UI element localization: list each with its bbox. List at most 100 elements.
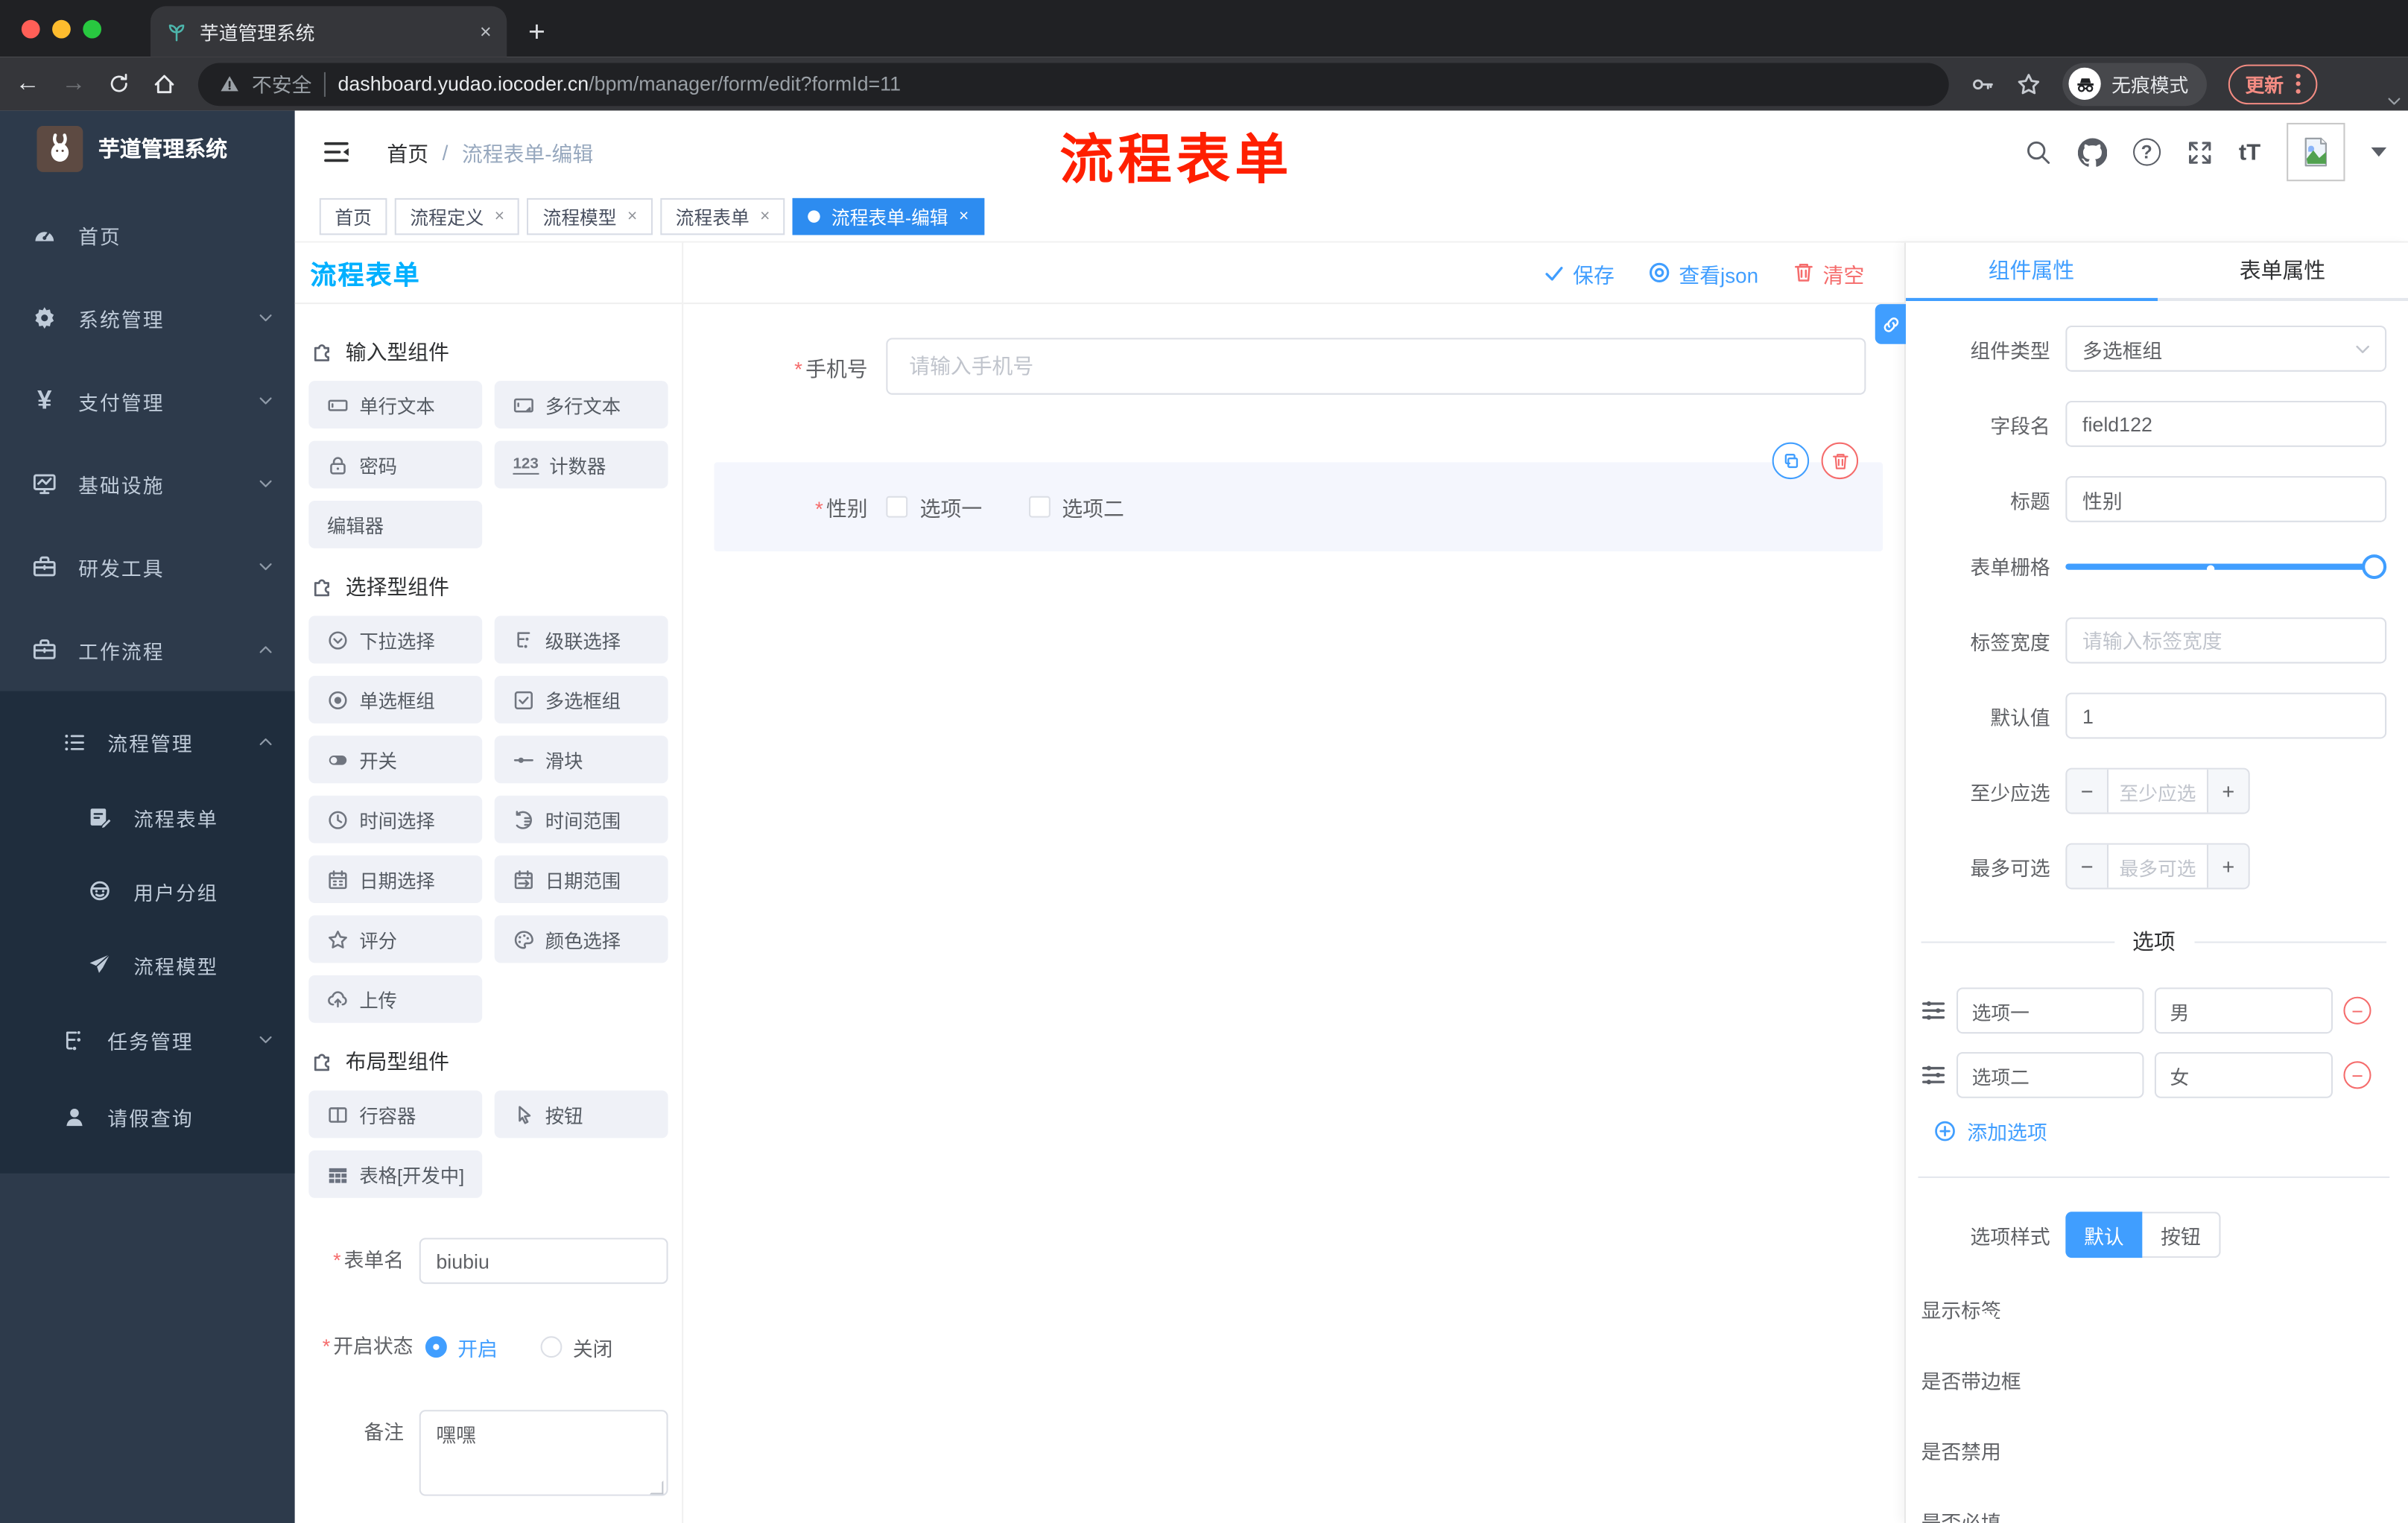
bookmark-star-icon[interactable]	[2016, 72, 2041, 96]
delete-component-button[interactable]	[1821, 442, 1859, 480]
style-button-button[interactable]: 按钮	[2142, 1212, 2221, 1258]
palette-item-time-range[interactable]: 时间范围	[494, 795, 668, 843]
drag-handle-icon[interactable]	[1921, 998, 1946, 1023]
maximize-window-button[interactable]	[83, 19, 102, 38]
save-button[interactable]: 保存	[1544, 257, 1615, 288]
style-default-button[interactable]: 默认	[2065, 1212, 2143, 1258]
label-width-input[interactable]	[2065, 617, 2387, 664]
palette-item-select[interactable]: 下拉选择	[308, 615, 483, 664]
remove-option-button[interactable]: −	[2343, 996, 2371, 1025]
clear-button[interactable]: 清空	[1792, 257, 1864, 288]
remove-option-button[interactable]: −	[2343, 1061, 2371, 1089]
close-window-button[interactable]	[21, 19, 40, 38]
status-radio-off[interactable]: 关闭	[540, 1332, 612, 1361]
title-input[interactable]	[2065, 475, 2387, 522]
palette-item-time-picker[interactable]: 时间选择	[308, 795, 483, 843]
palette-item-color-picker[interactable]: 颜色选择	[494, 915, 668, 963]
tab-form-props[interactable]: 表单属性	[2156, 243, 2408, 301]
search-icon[interactable]	[2024, 139, 2051, 166]
palette-item-table[interactable]: 表格[开发中]	[308, 1150, 483, 1198]
remark-textarea[interactable]: 嘿嘿	[419, 1410, 668, 1496]
help-icon[interactable]: ?	[2132, 138, 2161, 166]
canvas-field-phone[interactable]: * 手机号	[714, 338, 1883, 395]
palette-item-editor[interactable]: 编辑器	[308, 500, 483, 548]
add-option-button[interactable]: 添加选项	[1933, 1117, 2386, 1146]
avatar[interactable]	[2287, 122, 2345, 182]
option-label-input[interactable]	[1956, 987, 2144, 1034]
palette-item-slider[interactable]: 滑块	[494, 735, 668, 784]
reload-button[interactable]	[107, 72, 130, 95]
sidebar-logo[interactable]: 芋道管理系统	[0, 110, 295, 187]
form-name-input[interactable]	[419, 1238, 668, 1285]
checkbox-box[interactable]	[886, 495, 908, 518]
option-value-input[interactable]	[2154, 1051, 2333, 1098]
palette-item-radio-group[interactable]: 单选框组	[308, 675, 483, 723]
sidebar-item-process-model[interactable]: 流程模型	[0, 928, 295, 1001]
min-select-stepper[interactable]: − 至少应选 +	[2065, 767, 2250, 814]
palette-item-password[interactable]: 密码	[308, 440, 483, 489]
minimize-window-button[interactable]	[52, 19, 71, 38]
palette-item-checkbox-group[interactable]: 多选框组	[494, 675, 668, 723]
palette-item-multi-text[interactable]: 多行文本	[494, 381, 668, 429]
avatar-caret-icon[interactable]	[2371, 147, 2387, 157]
option-label-input[interactable]	[1956, 1051, 2144, 1098]
stepper-minus-button[interactable]: −	[2067, 769, 2109, 813]
browser-tab[interactable]: 芋道管理系统 ×	[150, 6, 507, 57]
slider-handle[interactable]	[2362, 554, 2387, 579]
tag-process-form-edit[interactable]: 流程表单-编辑 ×	[793, 197, 984, 235]
back-button[interactable]: ←	[16, 71, 40, 96]
form-grid-slider[interactable]	[2065, 554, 2387, 579]
palette-item-switch[interactable]: 开关	[308, 735, 483, 784]
tag-close-icon[interactable]: ×	[959, 207, 969, 226]
tag-close-icon[interactable]: ×	[495, 207, 504, 226]
palette-item-single-text[interactable]: 单行文本	[308, 381, 483, 429]
palette-item-upload[interactable]: 上传	[308, 975, 483, 1023]
phone-input[interactable]	[886, 338, 1866, 395]
drag-handle-icon[interactable]	[1921, 1063, 1946, 1087]
tag-process-model[interactable]: 流程模型 ×	[527, 197, 653, 235]
address-bar[interactable]: 不安全 dashboard.yudao.iocoder.cn/bpm/manag…	[197, 62, 1949, 106]
palette-item-counter[interactable]: 123 计数器	[494, 440, 668, 489]
status-radio-on[interactable]: 开启	[425, 1332, 498, 1361]
option-value-input[interactable]	[2154, 987, 2333, 1034]
sidebar-item-task-mgmt[interactable]: 任务管理	[0, 1001, 295, 1078]
checkbox-box[interactable]	[1027, 495, 1050, 518]
sidebar-item-payment[interactable]: ¥ 支付管理	[0, 359, 295, 442]
stepper-plus-button[interactable]: +	[2206, 844, 2249, 888]
panel-link-handle[interactable]	[1875, 304, 1906, 344]
toolbar-chevron-down-icon[interactable]	[2386, 94, 2402, 110]
palette-item-cascader[interactable]: 级联选择	[494, 615, 668, 664]
canvas-field-gender-selected[interactable]: * 性别 选项一 选项二	[714, 442, 1883, 551]
sidebar-item-system[interactable]: 系统管理	[0, 276, 295, 359]
browser-menu-icon[interactable]	[2295, 73, 2301, 94]
sidebar-item-user-group[interactable]: 用户分组	[0, 854, 295, 928]
slider-track[interactable]	[2065, 563, 2374, 569]
palette-item-rate[interactable]: 评分	[308, 915, 483, 963]
gender-checkbox-option2[interactable]: 选项二	[1027, 492, 1124, 522]
tab-component-props[interactable]: 组件属性	[1905, 243, 2157, 301]
palette-item-button[interactable]: 按钮	[494, 1090, 668, 1139]
tag-close-icon[interactable]: ×	[760, 207, 770, 226]
new-tab-button[interactable]: +	[528, 17, 545, 57]
palette-item-date-range[interactable]: 日期范围	[494, 855, 668, 903]
browser-update-button[interactable]: 更新	[2228, 63, 2318, 104]
home-button[interactable]	[152, 72, 177, 96]
palette-item-row-container[interactable]: 行容器	[308, 1090, 483, 1139]
sidebar-item-process-form[interactable]: 流程表单	[0, 780, 295, 854]
view-json-button[interactable]: 查看json	[1648, 257, 1758, 288]
tag-process-definition[interactable]: 流程定义 ×	[394, 197, 520, 235]
sidebar-item-leave-query[interactable]: 请假查询	[0, 1078, 295, 1155]
breadcrumb-home[interactable]: 首页	[387, 136, 428, 167]
default-value-input[interactable]	[2065, 692, 2387, 739]
sidebar-fold-icon[interactable]	[323, 140, 350, 165]
palette-item-date-picker[interactable]: 日期选择	[308, 855, 483, 903]
sidebar-item-home[interactable]: 首页	[0, 194, 295, 276]
fullscreen-icon[interactable]	[2187, 139, 2213, 165]
tag-close-icon[interactable]: ×	[627, 207, 637, 226]
stepper-minus-button[interactable]: −	[2067, 844, 2109, 888]
field-name-input[interactable]	[2065, 400, 2387, 447]
sidebar-item-process-mgmt[interactable]: 流程管理	[0, 703, 295, 780]
font-size-icon[interactable]: tT	[2239, 139, 2260, 165]
sidebar-item-devtools[interactable]: 研发工具	[0, 525, 295, 608]
tab-close-icon[interactable]: ×	[480, 20, 492, 43]
